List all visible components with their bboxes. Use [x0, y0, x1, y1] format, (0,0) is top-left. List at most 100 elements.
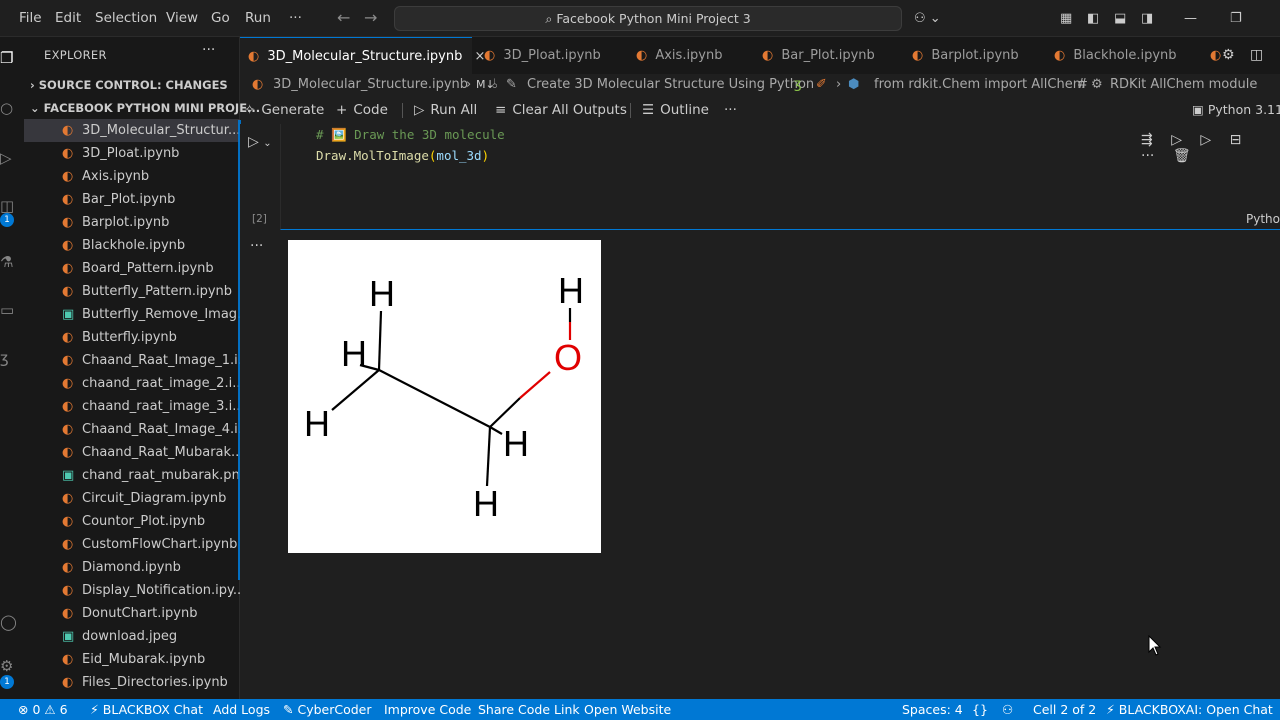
settings-gear-icon[interactable]: ⚙ — [1222, 37, 1235, 74]
cell-language[interactable]: Python — [1246, 212, 1280, 226]
run-by-line-icon[interactable]: ⇶ — [1141, 132, 1153, 148]
forward-arrow-icon[interactable]: → — [364, 8, 377, 27]
add-code-button[interactable]: + Code — [336, 96, 388, 124]
notebook-icon: ◐ — [62, 560, 74, 575]
file-item[interactable]: ▣ chand_raat_mubarak.png — [24, 464, 240, 487]
file-item[interactable]: ◐ Chaand_Raat_Image_1.i... — [24, 349, 240, 372]
clear-outputs-button[interactable]: ≡ Clear All Outputs — [495, 96, 627, 124]
menu-edit[interactable]: Edit — [55, 0, 81, 37]
customize-layout-icon[interactable]: ▦ — [1060, 0, 1072, 37]
file-item[interactable]: ◐ Bar_Plot.ipynb — [24, 188, 240, 211]
output-more-button[interactable]: ··· — [250, 238, 263, 254]
settings-gear-icon[interactable]: ⚙ — [0, 657, 18, 675]
tab-axis[interactable]: ◐ Axis.ipynb — [628, 37, 738, 74]
kernel-icon: ▣ — [1192, 102, 1204, 117]
file-item[interactable]: ◐ Butterfly.ipynb — [24, 326, 240, 349]
remote-icon[interactable]: ▭ — [0, 301, 18, 319]
run-cell-button[interactable]: ▷ ⌄ — [248, 134, 272, 150]
file-item[interactable]: ◐ Chaand_Raat_Image_4.i... — [24, 418, 240, 441]
tab-3d-molecular-structure[interactable]: ◐ 3D_Molecular_Structure.ipynb × — [240, 37, 485, 74]
generate-button[interactable]: ✧ Generate — [244, 96, 324, 124]
account-icon[interactable]: ◯ — [0, 613, 18, 631]
file-item[interactable]: ◐ Blackhole.ipynb — [24, 234, 240, 257]
file-item[interactable]: ◐ Barplot.ipynb — [24, 211, 240, 234]
explorer-icon[interactable]: ❐ — [0, 49, 18, 67]
tab-blackhole[interactable]: ◐ Blackhole.ipynb — [1046, 37, 1196, 74]
outline-button[interactable]: ☰ Outline — [642, 96, 709, 124]
tab-3d-ploat[interactable]: ◐ 3D_Ploat.ipynb — [476, 37, 616, 74]
run-debug-icon[interactable]: ▷ — [0, 149, 18, 167]
split-cell-icon[interactable]: ⊟ — [1230, 132, 1242, 148]
code-cell[interactable]: # 🖼️ Draw the 3D molecule Draw.MolToImag… — [280, 124, 1280, 230]
menu-run[interactable]: Run — [245, 0, 271, 37]
minimize-icon[interactable]: — — [1184, 0, 1197, 37]
menu-view[interactable]: View — [166, 0, 198, 37]
extensions-icon[interactable]: ʒ — [0, 349, 18, 367]
blackboxai-open-chat-button[interactable]: ⚡ BLACKBOXAI: Open Chat — [1106, 699, 1273, 720]
breadcrumb-file[interactable]: 3D_Molecular_Structure.ipynb — [273, 74, 468, 96]
kernel-picker[interactable]: ▣ Python 3.11 — [1192, 96, 1280, 124]
file-item[interactable]: ◐ Display_Notification.ipy... — [24, 579, 240, 602]
run-all-button[interactable]: ▷ Run All — [414, 96, 477, 124]
improve-code-button[interactable]: Improve Code — [384, 699, 471, 720]
file-item[interactable]: ◐ Circuit_Diagram.ipynb — [24, 487, 240, 510]
delete-cell-icon[interactable]: 🗑 — [1173, 148, 1191, 164]
toggle-sidebar-icon[interactable]: ◧ — [1087, 0, 1099, 37]
tab-barplot[interactable]: ◐ Barplot.ipynb — [904, 37, 1034, 74]
file-item[interactable]: ◐ 3D_Ploat.ipynb — [24, 142, 240, 165]
more-actions-icon[interactable]: ··· — [1141, 148, 1154, 164]
cybercoder-button[interactable]: ✎ CyberCoder — [283, 699, 372, 720]
share-code-link-button[interactable]: Share Code Link — [478, 699, 580, 720]
toggle-panel-icon[interactable]: ⬓ — [1114, 0, 1126, 37]
copilot-icon[interactable]: ⚇ ⌄ — [914, 0, 941, 37]
search-activity-icon[interactable]: ○ — [0, 99, 18, 117]
copilot-status-icon[interactable]: ⚇ — [1002, 699, 1013, 720]
file-item[interactable]: ◐ DonutChart.ipynb — [24, 602, 240, 625]
braces-icon[interactable]: {} — [972, 699, 988, 720]
file-item[interactable]: ◐ chaand_raat_image_2.i... — [24, 372, 240, 395]
file-item[interactable]: ◐ Board_Pattern.ipynb — [24, 257, 240, 280]
file-item[interactable]: ◐ Chaand_Raat_Mubarak... — [24, 441, 240, 464]
file-item[interactable]: ◐ 3D_Molecular_Structur... — [24, 119, 240, 142]
file-item[interactable]: ◐ Countor_Plot.ipynb — [24, 510, 240, 533]
more-tabs-icon[interactable]: ◐ — [1210, 37, 1221, 74]
file-item[interactable]: ◐ Butterfly_Pattern.ipynb — [24, 280, 240, 303]
breadcrumb-code[interactable]: from rdkit.Chem import AllChem — [874, 74, 1085, 96]
folder-section[interactable]: ⌄ FACEBOOK PYTHON MINI PROJE... — [30, 101, 260, 115]
file-item[interactable]: ◐ Axis.ipynb — [24, 165, 240, 188]
problems-indicator[interactable]: ⊗ 0 ⚠ 6 — [18, 699, 68, 720]
back-arrow-icon[interactable]: ← — [337, 8, 350, 27]
source-control-section[interactable]: › SOURCE CONTROL: CHANGES — [30, 78, 228, 92]
split-editor-icon[interactable]: ◫ — [1250, 37, 1263, 74]
command-center-search[interactable]: ⌕ Facebook Python Mini Project 3 — [394, 6, 902, 31]
file-item[interactable]: ▣ Butterfly_Remove_Imag... — [24, 303, 240, 326]
menu-file[interactable]: File — [19, 0, 42, 37]
testing-icon[interactable]: ⚗ — [0, 253, 18, 271]
file-item[interactable]: ◐ chaand_raat_image_3.i... — [24, 395, 240, 418]
toggle-secondary-sidebar-icon[interactable]: ◨ — [1141, 0, 1153, 37]
indentation-indicator[interactable]: Spaces: 4 — [902, 699, 963, 720]
open-website-button[interactable]: Open Website — [584, 699, 671, 720]
menu-more[interactable]: ··· — [289, 0, 302, 37]
file-item[interactable]: ◐ Eid_Mubarak.ipynb — [24, 648, 240, 671]
cell-position-indicator[interactable]: Cell 2 of 2 — [1033, 699, 1096, 720]
restore-icon[interactable]: ❐ — [1230, 0, 1242, 37]
execute-above-icon[interactable]: ▷ — [1171, 132, 1182, 148]
menu-selection[interactable]: Selection — [95, 0, 157, 37]
breadcrumb-module[interactable]: RDKit AllChem module — [1110, 74, 1257, 96]
atom-label-oxygen: O — [554, 337, 582, 378]
execute-below-icon[interactable]: ▷ — [1200, 132, 1211, 148]
breadcrumb-heading[interactable]: Create 3D Molecular Structure Using Pyth… — [527, 74, 814, 96]
chevron-right-icon: › — [466, 77, 472, 92]
file-item[interactable]: ◐ Diamond.ipynb — [24, 556, 240, 579]
file-item[interactable]: ◐ Files_Directories.ipynb — [24, 671, 240, 694]
file-item[interactable]: ◐ CustomFlowChart.ipynb — [24, 533, 240, 556]
bond-c1-h-bottomleft — [331, 369, 380, 411]
menu-go[interactable]: Go — [211, 0, 230, 37]
toolbar-more-button[interactable]: ··· — [724, 96, 737, 124]
file-item[interactable]: ▣ download.jpeg — [24, 625, 240, 648]
blackbox-chat-button[interactable]: ⚡ BLACKBOX Chat — [90, 699, 203, 720]
add-logs-button[interactable]: Add Logs — [213, 699, 270, 720]
explorer-more-button[interactable]: ··· — [202, 42, 215, 58]
tab-bar-plot[interactable]: ◐ Bar_Plot.ipynb — [754, 37, 884, 74]
